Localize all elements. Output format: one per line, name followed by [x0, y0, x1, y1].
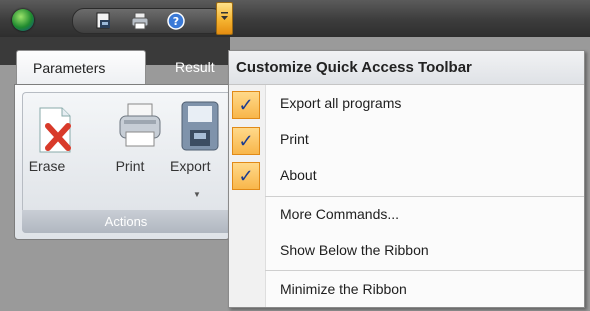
export-icon [181, 101, 219, 151]
group-label-actions: Actions [22, 210, 230, 233]
tab-parameters[interactable]: Parameters [16, 50, 146, 84]
menu-item-print[interactable]: Print [265, 123, 584, 159]
print-icon[interactable] [131, 12, 149, 30]
menu-separator [265, 196, 584, 197]
erase-button[interactable]: Erase [22, 158, 72, 174]
menu-item-minimize-ribbon[interactable]: Minimize the Ribbon [265, 273, 584, 309]
menu-title: Customize Quick Access Toolbar [229, 51, 584, 85]
erase-icon [39, 107, 71, 153]
export-programs-icon[interactable] [95, 12, 113, 30]
print-button[interactable]: Print [108, 158, 152, 174]
print-icon [119, 103, 161, 147]
title-bar: ? [0, 0, 590, 37]
check-icon: ✓ [232, 127, 260, 155]
about-icon[interactable]: ? [167, 12, 185, 30]
check-icon: ✓ [232, 162, 260, 190]
app-orb-icon[interactable] [12, 9, 34, 31]
menu-separator [265, 270, 584, 271]
customize-qat-button[interactable] [216, 2, 233, 35]
svg-text:?: ? [173, 15, 179, 28]
chevron-down-icon [221, 12, 228, 20]
check-icon: ✓ [232, 91, 260, 119]
tab-result[interactable]: Result [175, 59, 215, 75]
menu-item-show-below-ribbon[interactable]: Show Below the Ribbon [265, 234, 584, 270]
menu-item-about[interactable]: About [265, 159, 584, 195]
chevron-down-icon: ▼ [193, 190, 201, 199]
customize-qat-menu: Customize Quick Access Toolbar ✓ Export … [228, 50, 585, 308]
export-button[interactable]: Export [170, 158, 230, 174]
menu-item-export-all-programs[interactable]: Export all programs [265, 87, 584, 123]
menu-item-more-commands[interactable]: More Commands... [265, 198, 584, 234]
content-area [0, 240, 230, 311]
quick-access-toolbar: ? [72, 8, 224, 34]
